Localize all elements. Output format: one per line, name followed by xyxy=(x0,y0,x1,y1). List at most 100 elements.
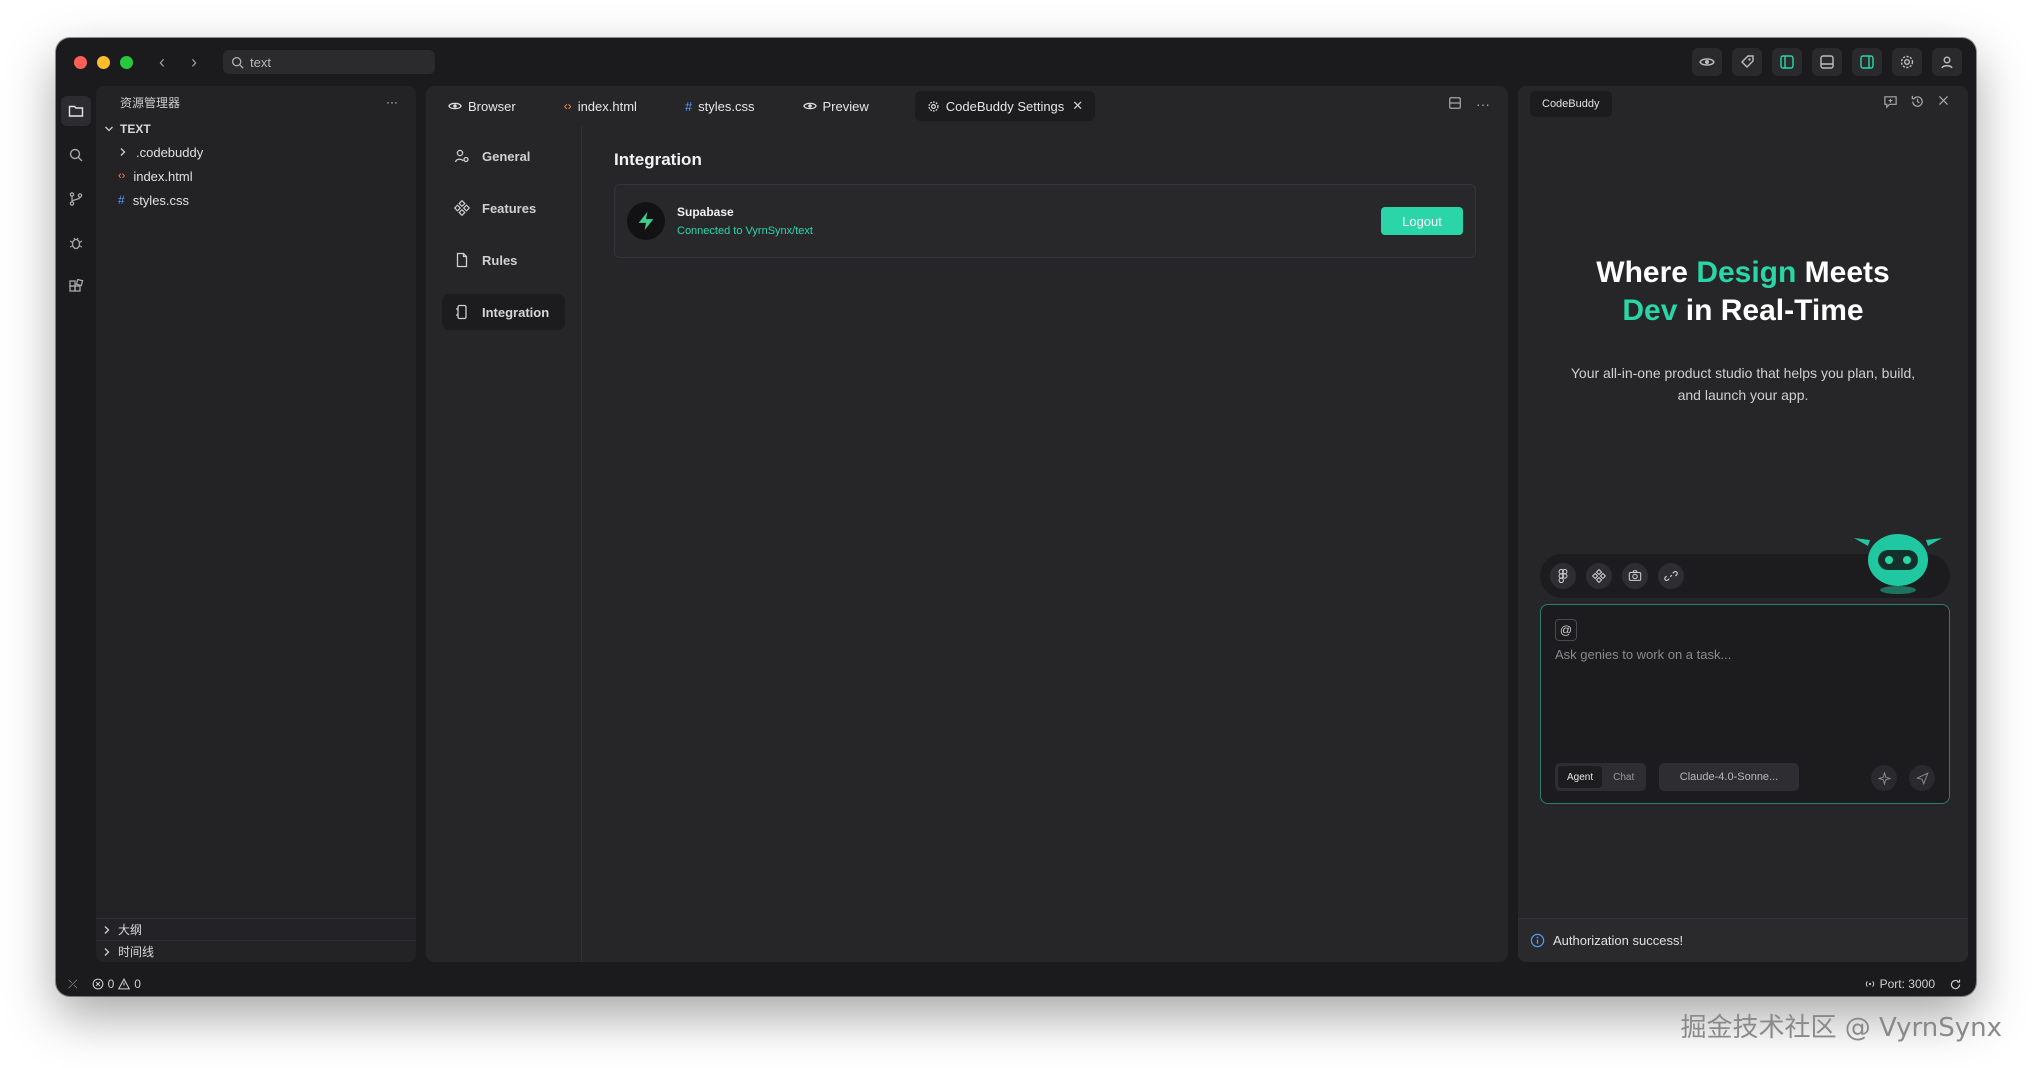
tab-preview[interactable]: Preview xyxy=(791,91,881,121)
eye-icon xyxy=(448,102,462,110)
screenshot-button[interactable] xyxy=(1622,563,1648,589)
left-panel-icon xyxy=(1780,55,1794,69)
hero-subtitle: Your all-in-one product studio that help… xyxy=(1570,365,1916,403)
integration-name: Supabase xyxy=(677,205,734,219)
port-label: Port: 3000 xyxy=(1879,977,1935,991)
explorer-header: 资源管理器 ··· xyxy=(96,86,416,118)
chat-input[interactable] xyxy=(1555,647,1935,662)
welcome-hero: Where Design Meets Dev in Real-Time Your… xyxy=(1518,254,1968,406)
info-icon xyxy=(1530,933,1545,948)
deploy-button[interactable] xyxy=(1732,48,1762,76)
tab-codebuddy-settings[interactable]: CodeBuddy Settings ✕ xyxy=(914,91,1096,121)
editor-tabs: Browser ‹› index.html # styles.css Previ… xyxy=(426,86,1508,126)
status-right: Port: 3000 xyxy=(1864,977,1962,991)
split-editor-icon[interactable] xyxy=(1448,96,1462,110)
watermark: 掘金技术社区 @ VyrnSynx xyxy=(1680,1013,2002,1043)
settings-nav-label: Integration xyxy=(482,304,550,320)
close-icon[interactable]: ✕ xyxy=(1072,98,1083,114)
html-file-icon: ‹› xyxy=(563,99,572,113)
history-icon[interactable] xyxy=(1910,94,1925,109)
maximize-window-button[interactable] xyxy=(120,55,133,69)
chevron-right-icon xyxy=(104,925,110,934)
eye-icon xyxy=(802,102,817,110)
workspace-root[interactable]: TEXT xyxy=(96,118,416,140)
mode-chat[interactable]: Chat xyxy=(1604,766,1643,788)
warning-icon xyxy=(118,978,131,990)
warning-count: 0 xyxy=(134,977,141,991)
hero-title-text: Meets xyxy=(1796,256,1890,289)
sync-icon[interactable] xyxy=(1949,978,1962,991)
link-button[interactable] xyxy=(1658,563,1684,589)
integration-info: Supabase Connected to VyrnSynx/text xyxy=(677,205,1381,237)
close-icon[interactable] xyxy=(1937,94,1950,107)
explorer-activity[interactable] xyxy=(61,96,91,126)
history-nav: ‹ › xyxy=(159,52,197,73)
figma-icon xyxy=(1558,569,1568,583)
editor-area: Browser ‹› index.html # styles.css Previ… xyxy=(426,86,1508,962)
tab-styles-css[interactable]: # styles.css xyxy=(673,91,767,121)
minimize-window-button[interactable] xyxy=(97,55,110,69)
toggle-right-panel-button[interactable] xyxy=(1852,48,1882,76)
search-icon xyxy=(69,148,83,162)
forward-arrow-icon[interactable]: › xyxy=(191,52,197,73)
enhance-prompt-button[interactable] xyxy=(1871,765,1897,791)
hero-title-text: Where xyxy=(1596,256,1697,289)
tree-item-label: index.html xyxy=(133,168,193,184)
mention-button[interactable]: @ xyxy=(1555,619,1577,641)
settings-nav-label: Rules xyxy=(482,252,518,268)
error-count: 0 xyxy=(107,977,115,991)
html-file-icon: ‹› xyxy=(118,170,126,182)
settings-nav-integration[interactable]: Integration xyxy=(442,294,565,330)
figma-button[interactable] xyxy=(1550,563,1576,589)
settings-nav-features[interactable]: Features xyxy=(442,190,565,226)
remote-icon[interactable]: ⤫ xyxy=(68,977,78,992)
editor-more-button[interactable]: ··· xyxy=(1476,96,1490,112)
logout-button[interactable]: Logout xyxy=(1381,207,1463,235)
send-button[interactable] xyxy=(1909,765,1935,791)
mode-switch: Agent Chat xyxy=(1555,763,1647,791)
port-indicator[interactable]: Port: 3000 xyxy=(1864,977,1935,991)
debug-activity[interactable] xyxy=(61,228,91,258)
command-search[interactable]: text xyxy=(223,50,435,74)
status-left: ⤫ 0 0 xyxy=(56,977,141,992)
assistant-tab[interactable]: CodeBuddy xyxy=(1530,91,1612,117)
settings-nav-rules[interactable]: Rules xyxy=(442,242,565,278)
mode-agent[interactable]: Agent xyxy=(1558,766,1603,788)
tree-item-index-html[interactable]: ‹› index.html xyxy=(96,164,416,188)
new-chat-icon[interactable] xyxy=(1883,94,1898,109)
timeline-section[interactable]: 时间线 xyxy=(96,940,416,962)
title-actions xyxy=(1692,48,1962,76)
hero-title-text: in Real-Time xyxy=(1677,294,1864,327)
search-activity[interactable] xyxy=(61,140,91,170)
source-control-activity[interactable] xyxy=(61,184,91,214)
tab-browser[interactable]: Browser xyxy=(436,91,528,121)
tree-item-styles-css[interactable]: # styles.css xyxy=(96,188,416,212)
explorer-more-button[interactable]: ··· xyxy=(386,95,398,109)
integration-icon xyxy=(456,304,467,320)
toggle-left-panel-button[interactable] xyxy=(1772,48,1802,76)
tab-label: CodeBuddy Settings xyxy=(945,98,1065,114)
components-button[interactable] xyxy=(1586,563,1612,589)
settings-button[interactable] xyxy=(1892,48,1922,76)
problems-indicator[interactable]: 0 0 xyxy=(92,977,141,991)
extensions-activity[interactable] xyxy=(61,272,91,302)
activity-bar xyxy=(56,86,96,972)
outline-section[interactable]: 大纲 xyxy=(96,918,416,940)
close-window-button[interactable] xyxy=(74,55,87,69)
tab-label: Browser xyxy=(468,98,516,114)
assistant-actions xyxy=(1883,94,1950,109)
settings-section-title: Integration xyxy=(614,150,702,169)
tree-item-codebuddy[interactable]: .codebuddy xyxy=(96,140,416,164)
account-button[interactable] xyxy=(1932,48,1962,76)
model-selector[interactable]: Claude-4.0-Sonne... xyxy=(1659,763,1799,791)
settings-nav-general[interactable]: General xyxy=(442,138,565,174)
bug-icon xyxy=(69,237,83,250)
supabase-integration-card: Supabase Connected to VyrnSynx/text Logo… xyxy=(614,184,1476,258)
back-arrow-icon[interactable]: ‹ xyxy=(159,52,165,73)
editor-toolbar: ··· xyxy=(1448,96,1490,112)
gear-icon xyxy=(1900,55,1914,69)
preview-eye-button[interactable] xyxy=(1692,48,1722,76)
explorer-footer: 大纲 时间线 xyxy=(96,918,416,962)
toggle-bottom-panel-button[interactable] xyxy=(1812,48,1842,76)
tab-index-html[interactable]: ‹› index.html xyxy=(552,91,649,121)
